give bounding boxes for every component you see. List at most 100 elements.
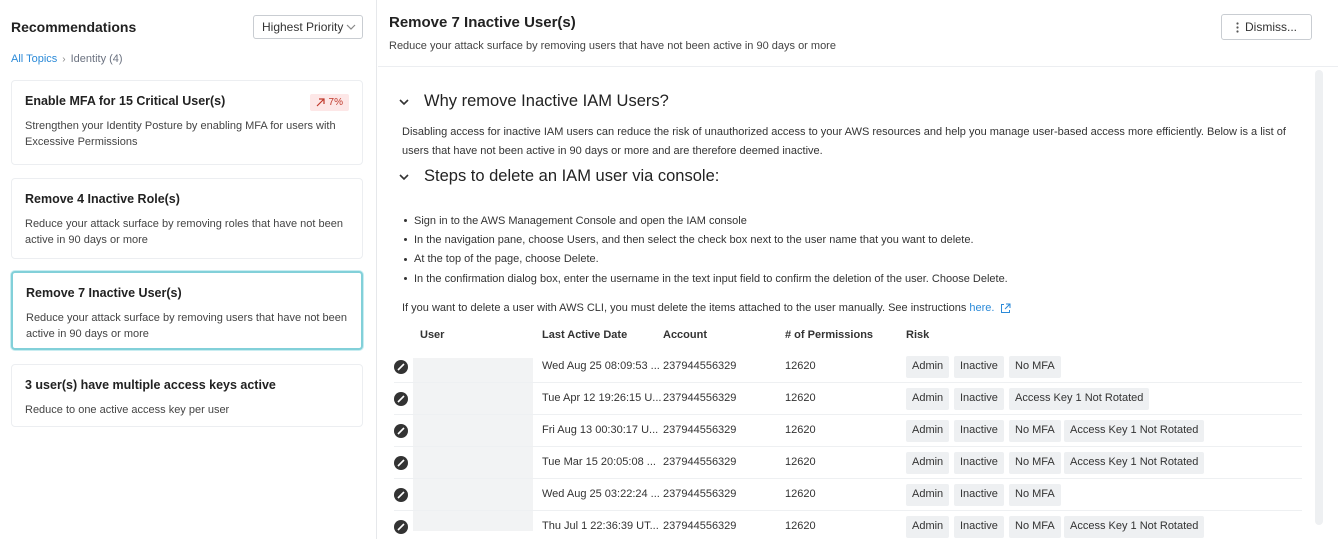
breadcrumb-current: Identity (4) (70, 53, 123, 65)
account-id: 237944556329 (663, 456, 737, 468)
table-row[interactable]: Tue Apr 12 19:26:15 U... 237944556329 12… (394, 383, 1302, 415)
risk-tag: Admin (906, 484, 950, 506)
risk-tag: Admin (906, 356, 950, 378)
column-header-user[interactable]: User (420, 329, 444, 341)
impact-badge: 7% (309, 94, 349, 111)
steps-list: Sign in to the AWS Management Console an… (404, 211, 1008, 288)
last-active-date: Tue Mar 15 20:05:08 ... (542, 456, 656, 468)
card-title: Enable MFA for 15 Critical User(s) (25, 94, 226, 108)
permission-count: 12620 (785, 456, 816, 468)
account-id: 237944556329 (663, 488, 737, 500)
delete-circle-icon[interactable] (394, 424, 408, 438)
section-steps[interactable]: Steps to delete an IAM user via console: (398, 167, 719, 186)
card-desc: Reduce your attack surface by removing u… (26, 312, 348, 340)
step-text: At the top of the page, choose Delete. (414, 253, 599, 266)
risk-tag: Inactive (954, 420, 1004, 442)
card-enable-mfa[interactable]: Enable MFA for 15 Critical User(s) Stren… (11, 80, 363, 165)
last-active-date: Tue Apr 12 19:26:15 U... (542, 392, 662, 404)
risk-tag: Inactive (954, 452, 1004, 474)
page-subtitle: Reduce your attack surface by removing u… (389, 40, 836, 52)
permission-count: 12620 (785, 488, 816, 500)
card-desc: Reduce your attack surface by removing r… (25, 218, 343, 246)
kebab-icon (1236, 21, 1239, 33)
step-text: In the confirmation dialog box, enter th… (414, 272, 1008, 285)
table-row[interactable]: Fri Aug 13 00:30:17 U... 237944556329 12… (394, 415, 1302, 447)
column-header-permissions[interactable]: # of Permissions (785, 329, 873, 341)
recommendations-panel: Recommendations Highest Priority All Top… (0, 0, 377, 539)
risk-tag: Access Key 1 Not Rotated (1009, 388, 1150, 410)
chevron-down-icon (399, 173, 409, 180)
table-row[interactable]: Tue Mar 15 20:05:08 ... 237944556329 126… (394, 447, 1302, 479)
breadcrumb: All Topics › Identity (4) (11, 53, 123, 65)
risk-tag: Access Key 1 Not Rotated (1064, 452, 1205, 474)
chevron-down-icon (346, 24, 356, 30)
risk-tag: Admin (906, 516, 950, 538)
priority-select[interactable]: Highest Priority (253, 15, 363, 39)
priority-select-value: Highest Priority (262, 20, 344, 34)
permission-count: 12620 (785, 520, 816, 532)
risk-tag: Inactive (954, 356, 1004, 378)
card-desc: Reduce to one active access key per user (25, 404, 230, 416)
card-remove-inactive-users[interactable]: Remove 7 Inactive User(s) Reduce your at… (11, 271, 363, 350)
account-id: 237944556329 (663, 392, 737, 404)
risk-tag: No MFA (1009, 516, 1061, 538)
last-active-date: Wed Aug 25 08:09:53 ... (542, 360, 660, 372)
recommendation-detail: Remove 7 Inactive User(s) Reduce your at… (378, 0, 1338, 539)
cli-text: If you want to delete a user with AWS CL… (402, 302, 967, 314)
account-id: 237944556329 (663, 360, 737, 372)
risk-tag: Inactive (954, 388, 1004, 410)
section-why[interactable]: Why remove Inactive IAM Users? (398, 92, 669, 111)
account-id: 237944556329 (663, 520, 737, 532)
delete-circle-icon[interactable] (394, 488, 408, 502)
card-title: 3 user(s) have multiple access keys acti… (25, 378, 276, 392)
risk-tag: Admin (906, 388, 950, 410)
scrollbar[interactable] (1315, 70, 1323, 525)
delete-circle-icon[interactable] (394, 456, 408, 470)
last-active-date: Wed Aug 25 03:22:24 ... (542, 488, 660, 500)
risk-tag: No MFA (1009, 420, 1061, 442)
account-id: 237944556329 (663, 424, 737, 436)
dismiss-button[interactable]: Dismiss... (1221, 14, 1312, 40)
column-header-last-active[interactable]: Last Active Date (542, 329, 627, 341)
last-active-date: Thu Jul 1 22:36:39 UT... (542, 520, 659, 532)
table-row[interactable]: Thu Jul 1 22:36:39 UT... 237944556329 12… (394, 511, 1302, 539)
column-header-account[interactable]: Account (663, 329, 707, 341)
page-title: Remove 7 Inactive User(s) (389, 14, 576, 31)
why-text: Disabling access for inactive IAM users … (402, 126, 1286, 157)
risk-tag: Inactive (954, 484, 1004, 506)
risk-tag: No MFA (1009, 484, 1061, 506)
breadcrumb-all-topics[interactable]: All Topics (11, 53, 57, 65)
risk-tag: Access Key 1 Not Rotated (1064, 516, 1205, 538)
trend-up-icon (316, 98, 325, 107)
delete-circle-icon[interactable] (394, 392, 408, 406)
external-link-icon[interactable] (1000, 303, 1011, 314)
step-text: In the navigation pane, choose Users, an… (414, 233, 974, 246)
list-item: At the top of the page, choose Delete. (404, 250, 1008, 269)
impact-badge-value: 7% (328, 97, 343, 108)
divider (378, 66, 1338, 67)
card-desc: Strengthen your Identity Posture by enab… (25, 120, 336, 148)
cli-note: If you want to delete a user with AWS CL… (402, 302, 1011, 314)
card-remove-inactive-roles[interactable]: Remove 4 Inactive Role(s) Reduce your at… (11, 178, 363, 259)
panel-title: Recommendations (11, 19, 137, 35)
card-title: Remove 4 Inactive Role(s) (25, 192, 180, 206)
section-why-heading: Why remove Inactive IAM Users? (424, 92, 669, 110)
risk-tag: Access Key 1 Not Rotated (1064, 420, 1205, 442)
delete-circle-icon[interactable] (394, 520, 408, 534)
cli-instructions-link[interactable]: here. (969, 302, 994, 314)
list-item: Sign in to the AWS Management Console an… (404, 211, 1008, 230)
permission-count: 12620 (785, 424, 816, 436)
table-row[interactable]: Wed Aug 25 08:09:53 ... 237944556329 126… (394, 351, 1302, 383)
delete-circle-icon[interactable] (394, 360, 408, 374)
chevron-down-icon (399, 98, 409, 105)
table-row[interactable]: Wed Aug 25 03:22:24 ... 237944556329 126… (394, 479, 1302, 511)
list-item: In the confirmation dialog box, enter th… (404, 269, 1008, 288)
step-text: Sign in to the AWS Management Console an… (414, 214, 747, 227)
risk-tag: Inactive (954, 516, 1004, 538)
column-header-risk[interactable]: Risk (906, 329, 929, 341)
risk-tag: No MFA (1009, 452, 1061, 474)
permission-count: 12620 (785, 392, 816, 404)
card-title: Remove 7 Inactive User(s) (26, 286, 182, 300)
section-steps-heading: Steps to delete an IAM user via console: (424, 167, 720, 185)
card-multiple-access-keys[interactable]: 3 user(s) have multiple access keys acti… (11, 364, 363, 427)
